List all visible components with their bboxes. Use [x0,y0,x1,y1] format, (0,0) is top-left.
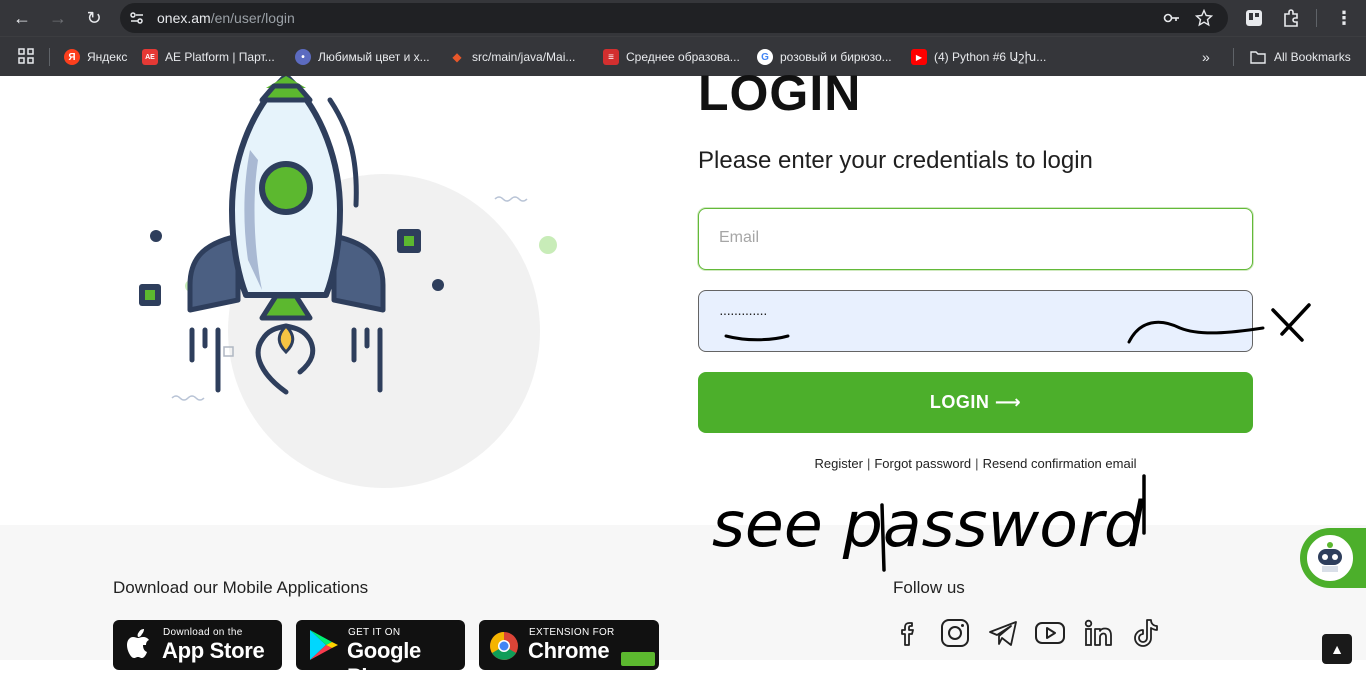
apps-grid-icon[interactable] [18,48,34,64]
more-menu-icon[interactable]: ⋮ [1332,6,1356,30]
robot-icon [1305,533,1355,583]
footer: Download our Mobile Applications Follow … [0,525,1366,689]
bookmark-label: src/main/java/Mai... [472,50,576,64]
back-icon[interactable]: ← [10,6,34,30]
bookmarks-divider [1233,48,1234,66]
google-play-icon [310,630,338,660]
url-text: onex.am/en/user/login [157,10,295,26]
flag-icon: ≡ [603,49,619,65]
gitlab-icon: ◆ [452,50,462,64]
bookmark-label: Любимый цвет и х... [318,50,430,64]
browser-toolbar: ← → ↻ onex.am/en/user/login ⋮ [0,0,1366,36]
page-title: LOGIN [698,65,862,121]
login-page: LOGIN Please enter your credentials to l… [0,65,1366,689]
chrome-icon [490,632,518,660]
chrome-extension-badge[interactable]: EXTENSION FOR Chrome [479,620,659,670]
url-host: onex.am [157,10,211,26]
apps-heading: Download our Mobile Applications [113,578,369,597]
follow-heading: Follow us [893,578,965,597]
key-icon[interactable] [1162,9,1180,27]
toolbar-divider [1316,9,1317,27]
resend-confirmation-link[interactable]: Resend confirmation email [983,456,1137,471]
auth-links: Register | Forgot password | Resend confirma… [698,456,1253,471]
link-separator: | [866,456,871,471]
youtube-icon: ▶ [911,49,927,65]
link-separator: | [975,456,979,471]
chrome-big: Chrome [528,638,610,663]
login-subtitle: Please enter your credentials to login [698,147,1093,174]
address-bar[interactable]: onex.am/en/user/login [120,3,1228,33]
google-play-big: Google Play [347,638,421,689]
folder-icon [1250,51,1266,64]
bookmarks-bar: Я Яндекс AE AE Platform | Парт... • Любимый… [0,36,1366,76]
yandex-icon: Я [64,49,80,65]
linkedin-icon[interactable] [1082,617,1114,649]
chatbot-button[interactable] [1300,528,1366,588]
google-play-badge[interactable]: GET IT ON Google Play [296,620,465,689]
bookmark-star-icon[interactable] [1195,9,1213,27]
password-field[interactable]: ············· [698,290,1253,352]
reload-icon[interactable]: ↻ [82,6,106,30]
bookmark-item[interactable]: Я Яндекс [64,48,127,66]
ae-platform-icon: AE [142,49,158,65]
google-play-small: GET IT ON [348,627,401,638]
email-input[interactable] [719,229,1219,247]
apple-icon [127,629,149,658]
bookmarks-overflow-icon[interactable]: » [1202,48,1210,66]
tiktok-icon[interactable] [1130,617,1162,649]
register-link[interactable]: Register [815,456,863,471]
site-info-icon[interactable] [128,9,146,27]
chrome-small: EXTENSION FOR [529,627,615,638]
all-bookmarks-button[interactable]: All Bookmarks [1250,48,1351,66]
app-store-big: App Store [162,638,265,663]
extension-app-icon[interactable] [1244,8,1264,28]
bookmark-label: AE Platform | Парт... [165,50,275,64]
bookmark-item[interactable]: AE AE Platform | Парт... [142,48,275,66]
login-button[interactable]: LOGIN ⟶ [698,372,1253,433]
bookmark-label: Среднее образова... [626,50,740,64]
person-avatar-icon: • [295,49,311,65]
extensions-puzzle-icon[interactable] [1281,8,1301,28]
instagram-icon[interactable] [939,617,971,649]
google-icon: G [757,49,773,65]
bookmark-label: (4) Python #6 Աշխ... [934,50,1047,64]
bookmarks-divider [49,48,50,66]
youtube-icon[interactable] [1034,617,1066,649]
app-store-small: Download on the [163,627,243,638]
bookmark-item[interactable]: ▶ (4) Python #6 Աշխ... [911,48,1046,66]
bookmark-label: розовый и бирюзо... [780,50,892,64]
url-path: /en/user/login [210,10,295,26]
password-mask: ············· [719,305,768,321]
bookmark-label: Яндекс [87,50,128,64]
facebook-icon[interactable] [893,617,925,649]
new-badge [621,652,655,666]
email-field[interactable] [698,208,1253,270]
forward-icon[interactable]: → [46,6,70,30]
all-bookmarks-label: All Bookmarks [1274,50,1351,64]
rocket-illustration [139,76,557,401]
forgot-password-link[interactable]: Forgot password [874,456,971,471]
telegram-icon[interactable] [987,617,1019,649]
bookmark-item[interactable]: • Любимый цвет и х... [295,48,430,66]
app-store-badge[interactable]: Download on the App Store [113,620,282,670]
bookmark-item[interactable]: ◆ src/main/java/Mai... [449,48,575,66]
